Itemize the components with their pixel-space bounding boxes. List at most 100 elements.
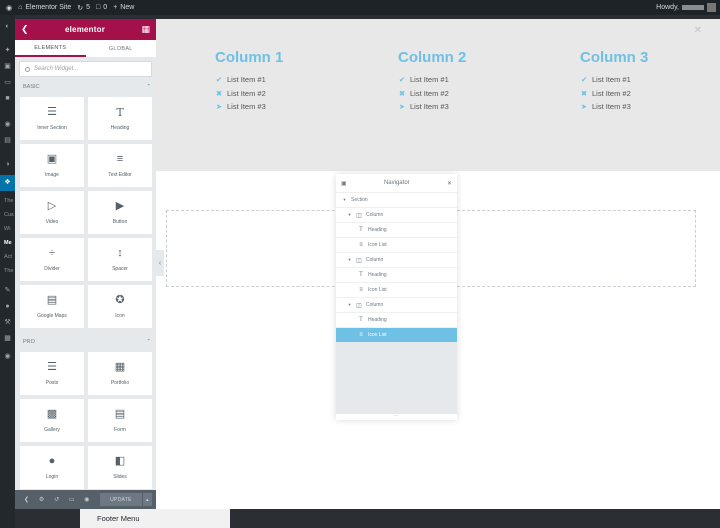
widget-video[interactable]: ▷ Video (20, 191, 84, 234)
nav-row-label: Icon List (368, 287, 387, 293)
list-item[interactable]: ✔ List Item #1 (215, 73, 335, 87)
preview-eye-icon[interactable]: ◉ (79, 496, 94, 503)
list-item-text: List Item #3 (410, 102, 449, 112)
list-item[interactable]: ✖ List Item #2 (580, 87, 700, 101)
footer-menu-label[interactable]: Footer Menu (97, 514, 140, 523)
widget-gallery[interactable]: ▩ Gallery (20, 399, 84, 442)
close-icon[interactable]: ✕ (694, 25, 702, 36)
text-editor-icon: ≡ (116, 152, 124, 165)
nav-row-section[interactable]: ▾ Section (336, 192, 457, 207)
tools-icon[interactable]: ✎ (3, 287, 12, 295)
widget-inner-section[interactable]: ☰ Inner Section (20, 97, 84, 140)
list-item[interactable]: ➤ List Item #3 (215, 100, 335, 114)
widget-image[interactable]: ▣ Image (20, 144, 84, 187)
widget-text-editor[interactable]: ≡ Text Editor (88, 144, 152, 187)
list-item[interactable]: ➤ List Item #3 (580, 100, 700, 114)
image-icon: ▣ (46, 152, 58, 165)
widget-divider[interactable]: ÷ Divider (20, 238, 84, 281)
comments-link[interactable]: □ 0 (96, 4, 107, 11)
dashboard-icon[interactable]: ◐ (3, 23, 12, 31)
arrow-circle-icon: ➤ (398, 102, 406, 112)
menu-label[interactable]: Wi (4, 226, 10, 232)
elementor-icon[interactable]: ◉ (3, 121, 12, 129)
column-heading[interactable]: Column 2 (398, 49, 518, 66)
column-heading[interactable]: Column 1 (215, 49, 335, 66)
users-icon[interactable]: ● (3, 303, 12, 311)
column-2[interactable]: Column 2 ✔ List Item #1 ✖ List Item #2 ➤ Li… (398, 49, 518, 114)
column-3[interactable]: Column 3 ✔ List Item #1 ✖ List Item #2 ➤ Li… (580, 49, 700, 114)
widget-slides[interactable]: ◧ Slides (88, 446, 152, 489)
nav-row-heading[interactable]: T Heading (336, 312, 457, 327)
templates-icon[interactable]: ▤ (3, 137, 12, 145)
appearance-icon[interactable]: ◑ (3, 161, 12, 169)
site-name-link[interactable]: ⌂ Elementor Site (18, 4, 71, 11)
heading-icon: T (359, 227, 363, 233)
nav-row-icon-list[interactable]: ≡ Icon List (336, 237, 457, 252)
widget-button[interactable]: ▶ Button (88, 191, 152, 234)
column-1[interactable]: Column 1 ✔ List Item #1 ✖ List Item #2 ➤ Li… (215, 49, 335, 114)
widget-label: Posts (45, 379, 59, 386)
close-icon[interactable]: ✕ (447, 180, 452, 187)
account-menu[interactable]: Howdy, (656, 3, 716, 12)
caret-up-icon[interactable]: ▴ (142, 493, 153, 506)
section-columns[interactable]: ✕ Column 1 ✔ List Item #1 ✖ List Item #2 ➤… (156, 19, 720, 171)
wrench-icon[interactable]: ⚒ (3, 319, 12, 327)
plugins-icon[interactable]: ❖ (0, 175, 15, 191)
collapse-icon[interactable]: ◉ (3, 353, 12, 361)
chevron-left-icon[interactable]: ❮ (19, 496, 34, 503)
list-item[interactable]: ✖ List Item #2 (398, 87, 518, 101)
new-content-link[interactable]: + New (113, 4, 134, 11)
navigator-header[interactable]: ▣ Navigator ✕ (336, 174, 457, 192)
list-item[interactable]: ✖ List Item #2 (215, 87, 335, 101)
list-item[interactable]: ✔ List Item #1 (580, 73, 700, 87)
arrow-circle-icon: ➤ (215, 102, 223, 112)
tab-global[interactable]: GLOBAL (86, 40, 157, 57)
category-pro[interactable]: PRO ⌃ (15, 336, 156, 348)
update-button[interactable]: UPDATE (100, 493, 142, 506)
pin-icon[interactable]: ✦ (3, 47, 12, 55)
widget-google-maps[interactable]: ▤ Google Maps (20, 285, 84, 328)
form-icon: ▤ (114, 407, 126, 420)
nav-row-heading[interactable]: T Heading (336, 222, 457, 237)
nav-row-column[interactable]: ▾ ◫ Column (336, 297, 457, 312)
list-item[interactable]: ➤ List Item #3 (398, 100, 518, 114)
widget-login[interactable]: ● Login (20, 446, 84, 489)
settings-icon[interactable]: ⚙ (34, 496, 49, 503)
panel-collapse-handle[interactable]: ‹ (156, 250, 164, 276)
widget-label: Video (45, 218, 59, 225)
navigator-resize-handle[interactable]: ⋯ (336, 414, 457, 420)
widget-form[interactable]: ▤ Form (88, 399, 152, 442)
category-basic[interactable]: BASIC ⌃ (15, 81, 156, 93)
widget-icon[interactable]: ✪ Icon (88, 285, 152, 328)
nav-row-column[interactable]: ▾ ◫ Column (336, 207, 457, 222)
search-widget-input[interactable]: Search Widget... (19, 61, 152, 77)
widget-heading[interactable]: T Heading (88, 97, 152, 140)
updates-link[interactable]: ↻ 5 (77, 4, 90, 12)
comments-icon[interactable]: ■ (3, 95, 12, 103)
menu-label[interactable]: The (4, 268, 13, 274)
history-icon[interactable]: ↺ (49, 496, 64, 503)
wordpress-logo-icon[interactable]: ◉ (6, 4, 12, 12)
menu-label[interactable]: The (4, 198, 13, 204)
menu-label[interactable]: Act (4, 254, 12, 260)
list-item-text: List Item #2 (592, 88, 631, 98)
panel-header: ❮ elementor ▦ (15, 19, 156, 40)
widget-portfolio[interactable]: ▦ Portfolio (88, 352, 152, 395)
nav-row-icon-list[interactable]: ≡ Icon List (336, 282, 457, 297)
grid-menu-icon[interactable]: ▦ (141, 24, 150, 35)
menu-label[interactable]: Cus (4, 212, 14, 218)
nav-row-heading[interactable]: T Heading (336, 267, 457, 282)
nav-row-column[interactable]: ▾ ◫ Column (336, 252, 457, 267)
list-item[interactable]: ✔ List Item #1 (398, 73, 518, 87)
nav-row-icon-list-selected[interactable]: ≡ Icon List (336, 327, 457, 342)
responsive-icon[interactable]: ▭ (64, 496, 79, 503)
pages-icon[interactable]: ▭ (3, 79, 12, 87)
widget-posts[interactable]: ☰ Posts (20, 352, 84, 395)
media-icon[interactable]: ▣ (3, 63, 12, 71)
column-heading[interactable]: Column 3 (580, 49, 700, 66)
widget-spacer[interactable]: ↕ Spacer (88, 238, 152, 281)
tab-elements[interactable]: ELEMENTS (15, 40, 86, 57)
back-arrow-icon[interactable]: ❮ (21, 24, 29, 35)
menu-label[interactable]: Me (4, 240, 12, 246)
settings-icon[interactable]: ▦ (3, 335, 12, 343)
